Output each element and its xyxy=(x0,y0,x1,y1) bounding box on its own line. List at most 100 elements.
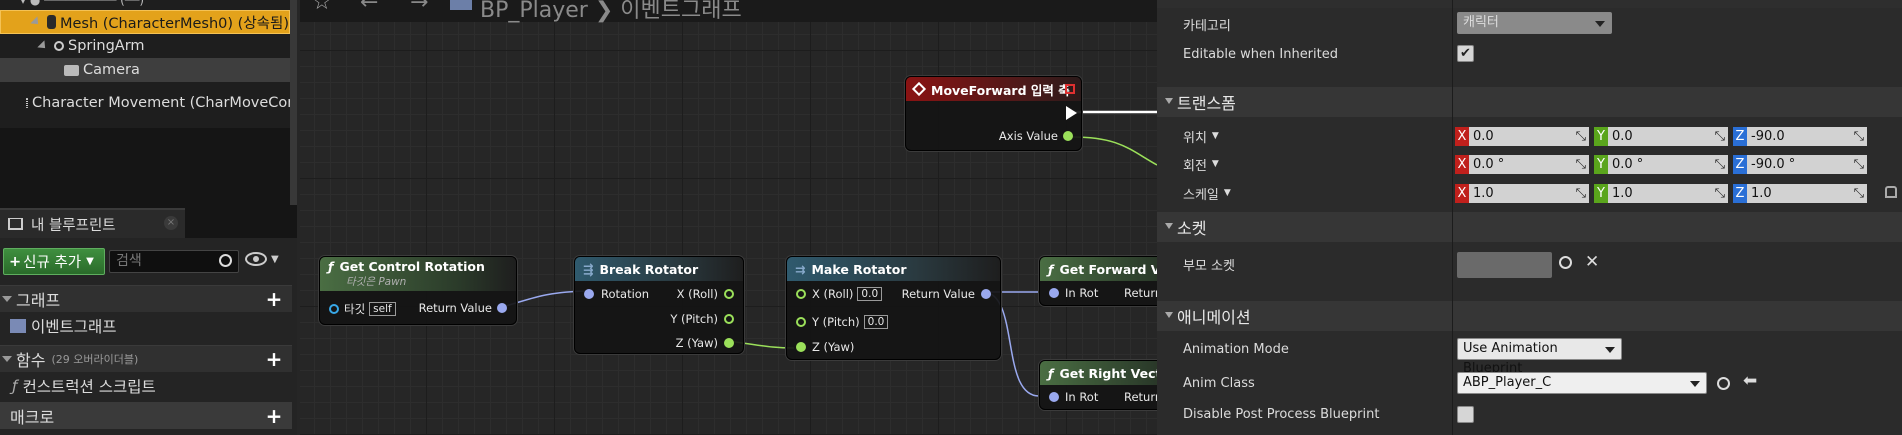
section-socket[interactable]: 소켓 xyxy=(1157,212,1902,242)
pin-return-value[interactable]: Return Value xyxy=(1124,286,1157,300)
node-moveforward-axis[interactable]: MoveForward 입력 축 Axis Value xyxy=(905,76,1082,151)
pin-return-value[interactable]: Return Value xyxy=(419,301,507,315)
scale-z-input[interactable]: 1.0 xyxy=(1747,184,1867,203)
pin-axis-value[interactable]: Axis Value xyxy=(999,129,1073,143)
parent-socket-field[interactable] xyxy=(1457,252,1552,278)
chevron-down-icon[interactable]: ▼ xyxy=(1212,131,1219,141)
pin-y-pitch[interactable]: Y (Pitch) 0.0 xyxy=(796,315,889,329)
section-macros[interactable]: 매크로 + xyxy=(0,402,292,429)
browse-icon[interactable] xyxy=(1717,377,1730,390)
book-icon xyxy=(8,218,23,230)
float-pin-icon[interactable] xyxy=(796,317,806,327)
pin-return-value[interactable]: Return Value xyxy=(902,287,991,301)
anim-class-value: ABP_Player_C xyxy=(1463,375,1552,390)
node-get-forward-vector[interactable]: ƒ Get Forward Vector In Rot Return Value xyxy=(1039,256,1157,306)
expand-arrow-icon[interactable] xyxy=(37,40,49,52)
float-pin-icon[interactable] xyxy=(724,314,734,324)
category-dropdown[interactable]: 캐릭터 xyxy=(1457,12,1612,34)
collapse-arrow-icon[interactable] xyxy=(2,356,12,362)
float-pin-icon[interactable] xyxy=(796,289,806,299)
pin-target[interactable]: 타깃 self xyxy=(329,301,396,317)
tree-item-springarm[interactable]: SpringArm xyxy=(0,34,290,58)
object-pin-icon[interactable] xyxy=(329,304,339,314)
scale-y-input[interactable]: 1.0 xyxy=(1608,184,1728,203)
section-functions-label: 함수 xyxy=(16,351,46,370)
section-animation[interactable]: 애니메이션 xyxy=(1157,301,1902,331)
search-input[interactable]: 검색 xyxy=(109,250,239,273)
tree-scrollbar[interactable] xyxy=(290,0,297,205)
location-y-input[interactable]: 0.0 xyxy=(1608,127,1728,146)
pin-label: In Rot xyxy=(1065,286,1099,300)
x-axis-badge: X xyxy=(1455,155,1469,174)
expand-arrow-icon[interactable] xyxy=(30,16,42,28)
section-transform[interactable]: 트랜스폼 xyxy=(1157,87,1902,117)
location-z-input[interactable]: -90.0 xyxy=(1747,127,1867,146)
add-new-button[interactable]: + 신규 추가 ▼ xyxy=(3,248,105,275)
float-pin-icon[interactable] xyxy=(724,338,734,348)
pin-x-roll[interactable]: X (Roll) xyxy=(677,287,734,301)
details-splitter[interactable] xyxy=(1452,0,1453,435)
rotator-pin-icon[interactable] xyxy=(981,289,991,299)
exec-out-pin[interactable] xyxy=(1066,106,1077,120)
view-options-chevron-icon[interactable]: ▼ xyxy=(271,254,279,265)
section-graph[interactable]: 그래프 + xyxy=(0,285,292,312)
scale-x-input[interactable]: 1.0 xyxy=(1469,184,1589,203)
pin-label: Z (Yaw) xyxy=(812,340,855,354)
chevron-down-icon[interactable]: ▼ xyxy=(1212,159,1219,169)
list-item-construction-script[interactable]: ƒ 컨스트럭션 스크립트 xyxy=(8,375,156,397)
event-graph-canvas[interactable]: ☆ ← → BP_Player ❯ 이벤트그래프 MoveForward 입력 … xyxy=(300,0,1157,435)
location-x-input[interactable]: 0.0 xyxy=(1469,127,1589,146)
rotator-pin-icon[interactable] xyxy=(584,289,594,299)
section-functions[interactable]: 함수 (29 오버라이더블) + xyxy=(0,345,292,372)
float-wire xyxy=(1071,136,1157,166)
collapse-arrow-icon[interactable] xyxy=(2,296,12,302)
delegate-pin-icon[interactable] xyxy=(1065,84,1075,94)
rotator-pin-icon[interactable] xyxy=(1049,288,1059,298)
node-get-control-rotation[interactable]: ƒ Get Control Rotation 타깃은 Pawn 타깃 self R… xyxy=(319,256,517,325)
parent-socket-label: 부모 소켓 xyxy=(1183,258,1235,274)
tree-item-mesh[interactable]: Mesh (CharacterMesh0) (상속됨) xyxy=(0,10,290,34)
disable-post-process-checkbox[interactable] xyxy=(1457,406,1474,423)
add-graph-plus-icon[interactable]: + xyxy=(264,289,284,309)
rotation-y-input[interactable]: 0.0 ° xyxy=(1608,155,1728,174)
pin-in-rot[interactable]: In Rot xyxy=(1049,286,1098,300)
my-blueprint-tab[interactable]: 내 블루프린트 xyxy=(0,208,185,238)
z-axis-badge: Z xyxy=(1733,127,1747,146)
close-tab-icon[interactable]: × xyxy=(164,216,178,230)
pin-return-value[interactable]: Return Value xyxy=(1124,390,1157,404)
anim-class-dropdown[interactable]: ABP_Player_C xyxy=(1457,372,1707,394)
editable-checkbox[interactable]: ✔ xyxy=(1457,45,1474,62)
pin-label: Axis Value xyxy=(998,129,1058,143)
search-icon[interactable] xyxy=(219,254,232,267)
rotator-pin-icon[interactable] xyxy=(1049,392,1059,402)
pin-y-pitch[interactable]: Y (Pitch) xyxy=(670,312,734,326)
node-make-rotator[interactable]: ⇉ Make Rotator X (Roll) 0.0 Y (Pitch) 0.0 … xyxy=(786,256,1001,360)
float-pin-icon[interactable] xyxy=(724,289,734,299)
pin-in-rot[interactable]: In Rot xyxy=(1049,390,1098,404)
pin-z-yaw[interactable]: Z (Yaw) xyxy=(676,336,734,350)
y-value-box[interactable]: 0.0 xyxy=(863,315,889,329)
add-function-plus-icon[interactable]: + xyxy=(264,349,284,369)
pin-z-yaw[interactable]: Z (Yaw) xyxy=(796,340,854,354)
search-icon[interactable] xyxy=(1559,256,1572,269)
lock-icon[interactable] xyxy=(1885,186,1897,198)
use-selected-arrow-icon[interactable]: ⬅ xyxy=(1743,371,1757,391)
chevron-down-icon[interactable]: ▼ xyxy=(1224,188,1231,198)
x-value-box[interactable]: 0.0 xyxy=(857,287,883,301)
rotation-x-input[interactable]: 0.0 ° xyxy=(1469,155,1589,174)
tree-item-character-movement[interactable]: Character Movement (CharMoveComp) xyxy=(0,91,290,115)
pin-rotation[interactable]: Rotation xyxy=(584,287,649,301)
pin-x-roll[interactable]: X (Roll) 0.0 xyxy=(796,287,883,301)
clear-icon[interactable]: ✕ xyxy=(1585,252,1599,272)
rotator-pin-icon[interactable] xyxy=(497,303,507,313)
float-pin-icon[interactable] xyxy=(1063,131,1073,141)
list-item-event-graph[interactable]: 이벤트그래프 xyxy=(8,315,117,337)
eye-icon[interactable] xyxy=(245,252,267,266)
rotation-z-input[interactable]: -90.0 ° xyxy=(1747,155,1867,174)
tree-item-camera[interactable]: Camera xyxy=(0,58,290,82)
node-get-right-vector[interactable]: ƒ Get Right Vector In Rot Return Value xyxy=(1039,360,1157,410)
node-break-rotator[interactable]: ⇶ Break Rotator Rotation X (Roll) Y (Pit… xyxy=(574,256,744,354)
add-macro-plus-icon[interactable]: + xyxy=(264,406,284,426)
animation-mode-dropdown[interactable]: Use Animation Blueprint xyxy=(1457,338,1622,376)
float-pin-icon[interactable] xyxy=(796,342,806,352)
